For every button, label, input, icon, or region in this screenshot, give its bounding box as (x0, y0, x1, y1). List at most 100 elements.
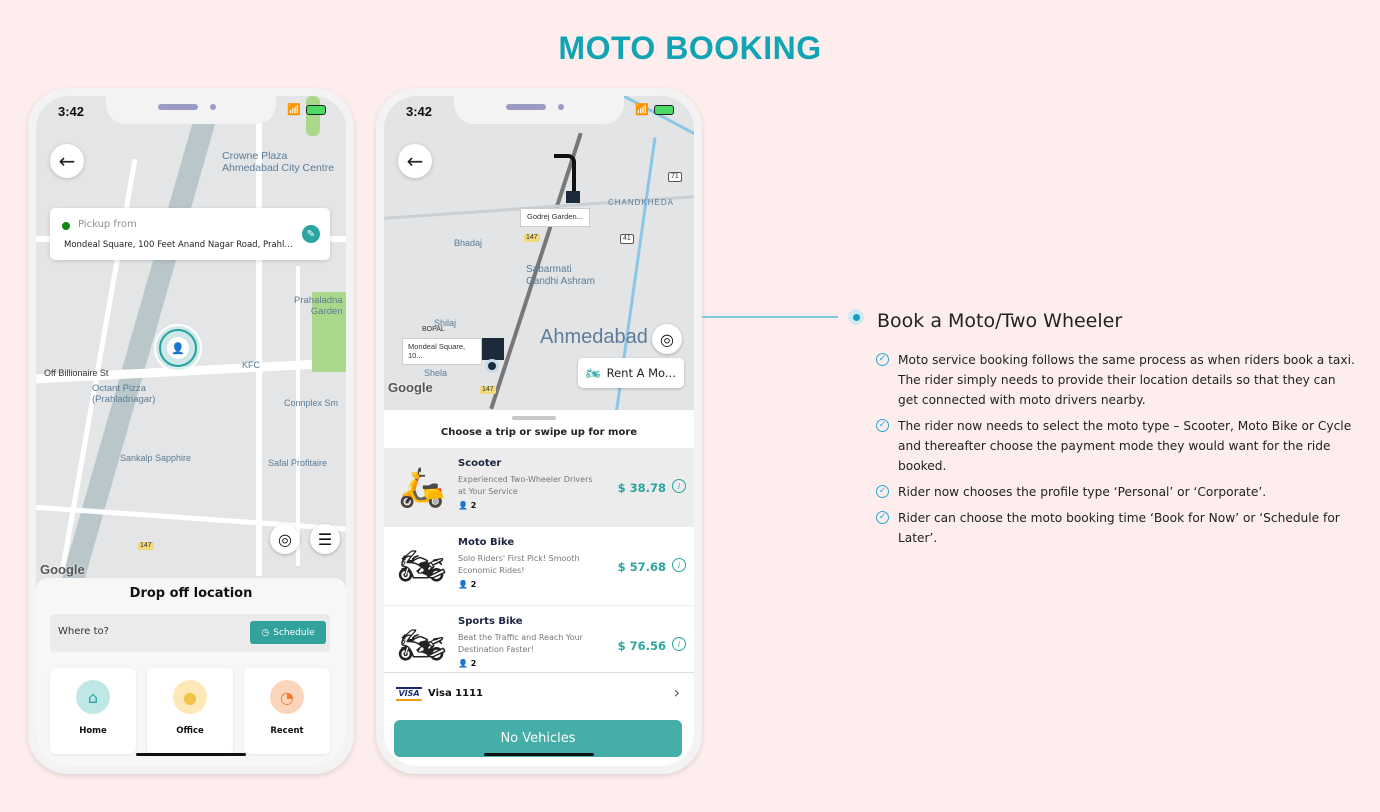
clock-icon: ◷ (261, 627, 270, 638)
destination-callout: Godrej Garden... (520, 208, 590, 227)
vehicle-row-scooter[interactable]: 🛵 Scooter Experienced Two-Wheeler Driver… (384, 448, 694, 527)
info-icon[interactable]: i (672, 637, 686, 651)
vehicle-capacity: 👤 2 (458, 659, 477, 668)
phone-pickup-screen: Crowne Plaza Ahmedabad City Centre Praha… (28, 88, 354, 774)
pickup-label: Pickup from (78, 219, 137, 230)
back-button[interactable]: ← (398, 144, 432, 178)
map-label-bopal: BOPAL (422, 326, 445, 333)
status-time: 3:42 (406, 104, 433, 119)
payment-label: Visa 1111 (428, 688, 484, 699)
pickup-address: Mondeal Square, 100 Feet Anand Nagar Roa… (64, 240, 293, 250)
map-label-octant: Octant Pizza (Prahladnagar) (92, 383, 156, 405)
wifi-icon: 📶 (635, 103, 649, 116)
page-title: MOTO BOOKING (558, 30, 822, 66)
screen: CHANDKHEDA Godrej Garden... Bhadaj Sabar… (384, 96, 694, 766)
filter-button[interactable]: ☰ (310, 524, 340, 554)
feature-point: ✓ Rider can choose the moto booking time … (876, 508, 1356, 548)
recent-icon: ◔ (270, 680, 304, 714)
where-to-input[interactable]: Where to? ◷ Schedule (50, 614, 330, 652)
vehicle-capacity: 👤 2 (458, 501, 477, 510)
google-logo: Google (40, 562, 85, 577)
status-icons: 📶 (287, 103, 326, 116)
vehicle-row-moto-bike[interactable]: 🏍 Moto Bike Solo Riders' First Pick! Smo… (384, 527, 694, 606)
recenter-button[interactable]: ◎ (270, 524, 300, 554)
sliders-icon: ☰ (317, 529, 333, 549)
route-shield: 147 (524, 234, 540, 243)
no-vehicles-button[interactable]: No Vehicles (394, 720, 682, 757)
favorite-label: Home (79, 726, 107, 736)
feature-list: ✓ Moto service booking follows the same p… (876, 350, 1356, 554)
back-button[interactable]: ← (50, 144, 84, 178)
pickup-card[interactable]: Pickup from Mondeal Square, 100 Feet Ana… (50, 208, 330, 260)
map-view[interactable]: Crowne Plaza Ahmedabad City Centre Praha… (36, 96, 346, 586)
schedule-button[interactable]: ◷ Schedule (250, 621, 326, 644)
person-icon: 👤 (458, 501, 468, 510)
pickup-callout-badge (482, 338, 504, 360)
rent-moto-button[interactable]: 🏍 Rent A Mo... (578, 358, 684, 388)
map-label-street: Off Billionaire St (44, 368, 109, 378)
route-shield: 147 (138, 542, 154, 551)
map-label-sankalp: Sankalp Sapphire (120, 453, 192, 463)
map-label-kfc: KFC (242, 360, 260, 370)
wifi-icon: 📶 (287, 103, 301, 116)
map-label-ahmedabad: Ahmedabad (540, 326, 648, 348)
battery-icon (306, 104, 326, 115)
map-label-shela: Shela (424, 368, 448, 378)
map-view[interactable]: CHANDKHEDA Godrej Garden... Bhadaj Sabar… (384, 96, 694, 412)
screen: Crowne Plaza Ahmedabad City Centre Praha… (36, 96, 346, 766)
map-label-crowne: Crowne Plaza Ahmedabad City Centre (222, 150, 335, 175)
dropoff-sheet: Drop off location Where to? ◷ Schedule ⌂ … (36, 578, 346, 766)
favorite-label: Office (176, 726, 204, 736)
person-icon: 👤 (458, 580, 468, 589)
check-circle-icon: ✓ (876, 485, 889, 498)
sheet-grab-handle[interactable] (512, 416, 556, 420)
map-label-safal: Safal Profitaire (268, 458, 328, 468)
notch (106, 96, 276, 124)
status-time: 3:42 (58, 104, 85, 119)
home-indicator (136, 753, 246, 756)
crosshair-icon: ◎ (660, 329, 674, 349)
pencil-icon: ✎ (306, 228, 316, 240)
home-indicator (484, 753, 594, 756)
edit-pickup-button[interactable]: ✎ (302, 225, 320, 243)
route-shield: 147 (480, 386, 496, 395)
feature-title: Book a Moto/Two Wheeler (877, 310, 1123, 332)
crosshair-icon: ◎ (278, 529, 292, 549)
favorite-label: Recent (270, 726, 304, 736)
bullet-dot-icon (848, 309, 864, 325)
vehicle-capacity: 👤 2 (458, 580, 477, 589)
choose-trip-text: Choose a trip or swipe up for more (440, 427, 638, 438)
visa-icon: VISA (396, 687, 422, 701)
office-icon: ● (173, 680, 207, 714)
map-label-garden: Prahaladna Garden (294, 295, 343, 317)
vehicle-desc: Experienced Two-Wheeler Drivers at Your … (458, 475, 593, 496)
payment-method-row[interactable]: VISA Visa 1111 › (384, 672, 694, 714)
arrow-left-icon: ← (406, 149, 424, 173)
vehicle-price: $ 57.68 (617, 560, 666, 574)
favorite-recent[interactable]: ◔ Recent (244, 668, 330, 754)
pickup-callout: Mondeal Square, 10... (402, 338, 482, 366)
vehicle-name: Moto Bike (458, 537, 515, 548)
status-icons: 📶 (635, 103, 674, 116)
connector-line (702, 316, 838, 318)
route-shield: 41 (620, 234, 634, 245)
sports-bike-icon: 🏍 (397, 622, 447, 667)
favorite-home[interactable]: ⌂ Home (50, 668, 136, 754)
check-circle-icon: ✓ (876, 353, 889, 366)
route-shield: 71 (668, 172, 682, 183)
vehicle-price: $ 76.56 (617, 639, 666, 653)
map-label-bhadaj: Bhadaj (454, 238, 483, 248)
google-logo: Google (388, 380, 433, 395)
motorcycle-icon: 🏍 (586, 366, 601, 380)
map-label-sabarmati: Sabarmati Gandhi Ashram (526, 264, 595, 287)
check-circle-icon: ✓ (876, 511, 889, 524)
feature-point: ✓ Rider now chooses the profile type ‘Per… (876, 482, 1356, 502)
favorite-office[interactable]: ● Office (147, 668, 233, 754)
vehicle-name: Sports Bike (458, 616, 523, 627)
pickup-marker (485, 359, 499, 373)
recenter-button[interactable]: ◎ (652, 324, 682, 354)
person-icon: 👤 (167, 337, 189, 359)
info-icon[interactable]: i (672, 479, 686, 493)
info-icon[interactable]: i (672, 558, 686, 572)
feature-point: ✓ Moto service booking follows the same p… (876, 350, 1356, 410)
